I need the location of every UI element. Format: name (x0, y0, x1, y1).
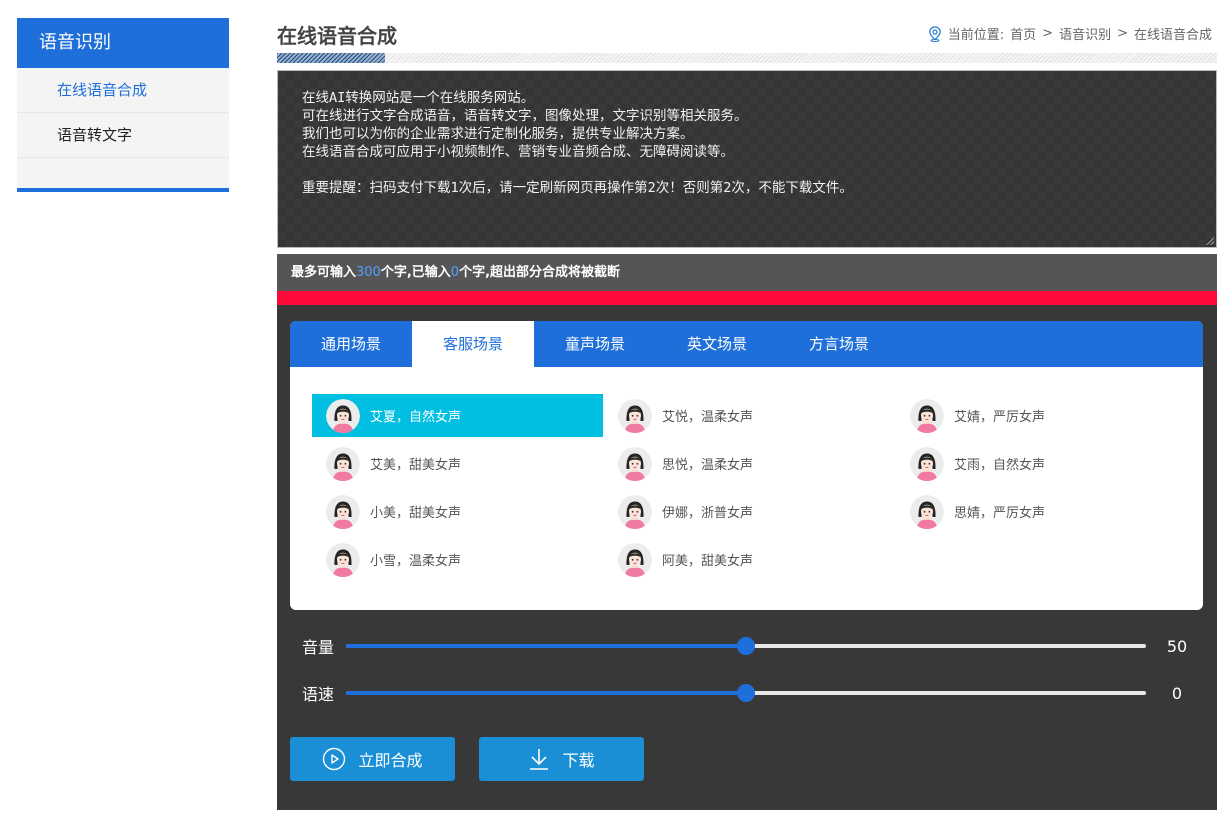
volume-slider-fill (346, 644, 746, 648)
speed-slider-fill (346, 691, 746, 695)
voice-option[interactable]: 艾雨，自然女声 (896, 442, 1187, 485)
speed-slider[interactable] (346, 684, 1146, 702)
voice-option-label: 艾美，甜美女声 (370, 458, 462, 473)
volume-row: 音量 50 (302, 634, 1192, 658)
text-input-value[interactable]: 在线AI转换网站是一个在线服务网站。 可在线进行文字合成语音，语音转文字，图像处… (278, 71, 1216, 215)
volume-value: 50 (1166, 636, 1188, 656)
synthesize-button[interactable]: 立即合成 (290, 737, 455, 781)
alert-bar (277, 291, 1217, 305)
voice-option-label: 思婧，严厉女声 (954, 506, 1046, 521)
download-button-label: 下载 (562, 751, 595, 770)
counter-max: 300 (356, 265, 381, 280)
resize-handle-icon[interactable] (1206, 237, 1214, 245)
sidebar: 语音识别 在线语音合成 语音转文字 (17, 18, 229, 192)
breadcrumb-current: 在线语音合成 (1133, 28, 1212, 43)
char-counter: 最多可输入300个字,已输入0个字,超出部分合成将被截断 (277, 254, 1217, 291)
voice-option-label: 伊娜，浙普女声 (662, 506, 754, 521)
voice-option[interactable]: 阿美，甜美女声 (604, 538, 895, 581)
text-input[interactable]: 在线AI转换网站是一个在线服务网站。 可在线进行文字合成语音，语音转文字，图像处… (277, 70, 1217, 248)
breadcrumb-separator: > (1117, 26, 1128, 41)
synthesize-button-label: 立即合成 (358, 751, 423, 770)
tab-general[interactable]: 通用场景 (290, 321, 412, 367)
volume-label: 音量 (302, 638, 335, 657)
female-avatar-icon (910, 398, 944, 433)
female-avatar-icon (618, 446, 652, 481)
sidebar-header: 语音识别 (17, 18, 229, 68)
voice-option-label: 艾雨，自然女声 (954, 458, 1046, 473)
female-avatar-icon (910, 494, 944, 529)
page-title: 在线语音合成 (277, 24, 397, 48)
female-avatar-icon (326, 398, 360, 433)
title-divider-accent (277, 53, 385, 63)
counter-suffix: 个字,超出部分合成将被截断 (459, 265, 621, 280)
voice-option[interactable]: 艾夏，自然女声 (312, 394, 603, 437)
counter-middle: 个字,已输入 (380, 265, 451, 280)
voice-selector: 通用场景 客服场景 童声场景 英文场景 方言场景 艾夏，自然女声 艾悦，温柔女声艾… (290, 321, 1203, 610)
female-avatar-icon (618, 542, 652, 577)
synthesis-panel: 通用场景 客服场景 童声场景 英文场景 方言场景 艾夏，自然女声 艾悦，温柔女声艾… (277, 305, 1217, 810)
voice-option[interactable]: 艾婧，严厉女声 (896, 394, 1187, 437)
voice-option[interactable]: 伊娜，浙普女声 (604, 490, 895, 533)
breadcrumb-separator: > (1042, 26, 1054, 41)
volume-slider-thumb[interactable] (737, 637, 755, 655)
female-avatar-icon (910, 446, 944, 481)
speed-slider-thumb[interactable] (737, 684, 755, 702)
voice-option[interactable]: 艾美，甜美女声 (312, 442, 603, 485)
speed-value: 0 (1171, 683, 1183, 703)
female-avatar-icon (326, 446, 360, 481)
title-divider (277, 53, 1217, 63)
voice-list: 艾夏，自然女声 艾悦，温柔女声 艾婧，严厉女声艾美，甜美女声 思悦，温柔女声 艾雨，自然… (290, 367, 1203, 577)
download-button[interactable]: 下载 (479, 737, 644, 781)
breadcrumb-speech-recognition[interactable]: 语音识别 (1059, 24, 1111, 43)
tab-dialect[interactable]: 方言场景 (778, 321, 900, 367)
speed-label: 语速 (302, 685, 335, 704)
breadcrumb-prefix: 当前位置: (947, 28, 1005, 43)
download-icon (530, 749, 549, 770)
tab-english[interactable]: 英文场景 (656, 321, 778, 367)
voice-option[interactable]: 思婧，严厉女声 (896, 490, 1187, 533)
voice-option-label: 艾婧，严厉女声 (954, 410, 1046, 425)
sidebar-item-speech-to-text[interactable]: 语音转文字 (17, 113, 229, 158)
counter-prefix: 最多可输入 (291, 265, 357, 280)
female-avatar-icon (326, 494, 360, 529)
voice-option-label: 思悦，温柔女声 (662, 458, 754, 473)
female-avatar-icon (618, 398, 652, 433)
voice-option[interactable]: 小雪，温柔女声 (312, 538, 603, 581)
female-avatar-icon (326, 542, 360, 577)
location-pin-icon (928, 25, 941, 42)
voice-option-label: 艾夏，自然女声 (370, 410, 462, 425)
voice-option[interactable]: 艾悦，温柔女声 (604, 394, 895, 437)
tab-customer-service[interactable]: 客服场景 (412, 321, 534, 367)
counter-current: 0 (450, 265, 460, 280)
tab-child[interactable]: 童声场景 (534, 321, 656, 367)
volume-slider[interactable] (346, 637, 1146, 655)
voice-option[interactable]: 思悦，温柔女声 (604, 442, 895, 485)
play-circle-icon (323, 747, 346, 771)
female-avatar-icon (618, 494, 652, 529)
voice-option[interactable]: 小美，甜美女声 (312, 490, 603, 533)
sidebar-item-online-tts[interactable]: 在线语音合成 (17, 68, 229, 113)
voice-option-label: 艾悦，温柔女声 (662, 410, 754, 425)
voice-option-label: 阿美，甜美女声 (662, 554, 754, 569)
breadcrumb-home[interactable]: 首页 (1010, 24, 1036, 43)
scene-tabs: 通用场景 客服场景 童声场景 英文场景 方言场景 (290, 321, 1203, 367)
breadcrumb: 当前位置: 首页 > 语音识别 > 在线语音合成 (928, 24, 1212, 43)
voice-option-label: 小美，甜美女声 (370, 506, 462, 521)
speed-row: 语速 0 (302, 681, 1192, 705)
voice-option-label: 小雪，温柔女声 (370, 554, 462, 569)
